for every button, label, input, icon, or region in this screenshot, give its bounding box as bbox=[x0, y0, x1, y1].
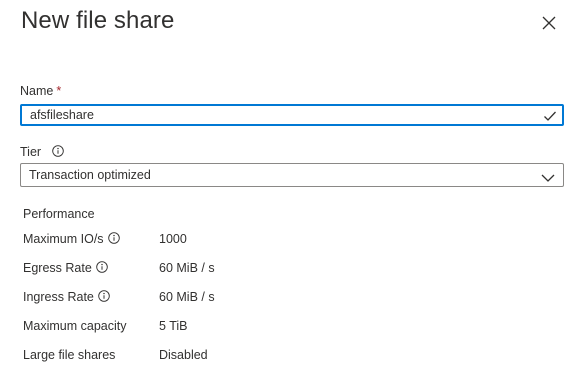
close-button[interactable] bbox=[538, 12, 560, 34]
required-marker: * bbox=[56, 84, 62, 98]
egress-rate-value: 60 MiB / s bbox=[159, 261, 215, 275]
max-capacity-value: 5 TiB bbox=[159, 319, 188, 333]
ingress-rate-label: Ingress Rate bbox=[23, 290, 94, 304]
tier-label-text: Tier bbox=[20, 145, 42, 159]
performance-row: Maximum IO/s 1000 bbox=[23, 232, 543, 250]
max-capacity-label: Maximum capacity bbox=[23, 319, 127, 333]
egress-rate-label: Egress Rate bbox=[23, 261, 92, 275]
new-file-share-panel: New file share Name* afsfileshare Tier bbox=[0, 0, 575, 375]
name-input[interactable]: afsfileshare bbox=[20, 104, 564, 126]
page-title: New file share bbox=[21, 7, 175, 34]
performance-row-label: Maximum IO/s bbox=[23, 232, 120, 246]
name-label: Name * bbox=[20, 84, 61, 98]
tier-dropdown[interactable]: Transaction optimized bbox=[20, 163, 564, 187]
performance-row: Ingress Rate 60 MiB / s bbox=[23, 290, 543, 308]
max-iops-value: 1000 bbox=[159, 232, 187, 246]
performance-row: Egress Rate 60 MiB / s bbox=[23, 261, 543, 279]
info-icon[interactable] bbox=[96, 261, 108, 273]
performance-row-label: Egress Rate bbox=[23, 261, 108, 275]
tier-info-icon[interactable] bbox=[51, 145, 64, 157]
performance-row-label: Ingress Rate bbox=[23, 290, 110, 304]
checkmark-icon bbox=[543, 109, 557, 123]
large-file-shares-label: Large file shares bbox=[23, 348, 116, 362]
info-icon[interactable] bbox=[107, 232, 120, 244]
tier-label: Tier bbox=[20, 145, 64, 159]
name-label-text: Name bbox=[20, 84, 54, 98]
performance-heading: Performance bbox=[23, 207, 95, 221]
performance-row: Maximum capacity 5 TiB bbox=[23, 319, 543, 337]
name-input-value: afsfileshare bbox=[30, 108, 94, 122]
tier-selected-value: Transaction optimized bbox=[29, 168, 151, 182]
large-file-shares-value: Disabled bbox=[159, 348, 208, 362]
max-iops-label: Maximum IO/s bbox=[23, 232, 104, 246]
performance-row: Large file shares Disabled bbox=[23, 348, 543, 366]
info-icon[interactable] bbox=[98, 290, 110, 302]
ingress-rate-value: 60 MiB / s bbox=[159, 290, 215, 304]
chevron-down-icon bbox=[541, 170, 555, 182]
close-icon bbox=[538, 12, 560, 34]
